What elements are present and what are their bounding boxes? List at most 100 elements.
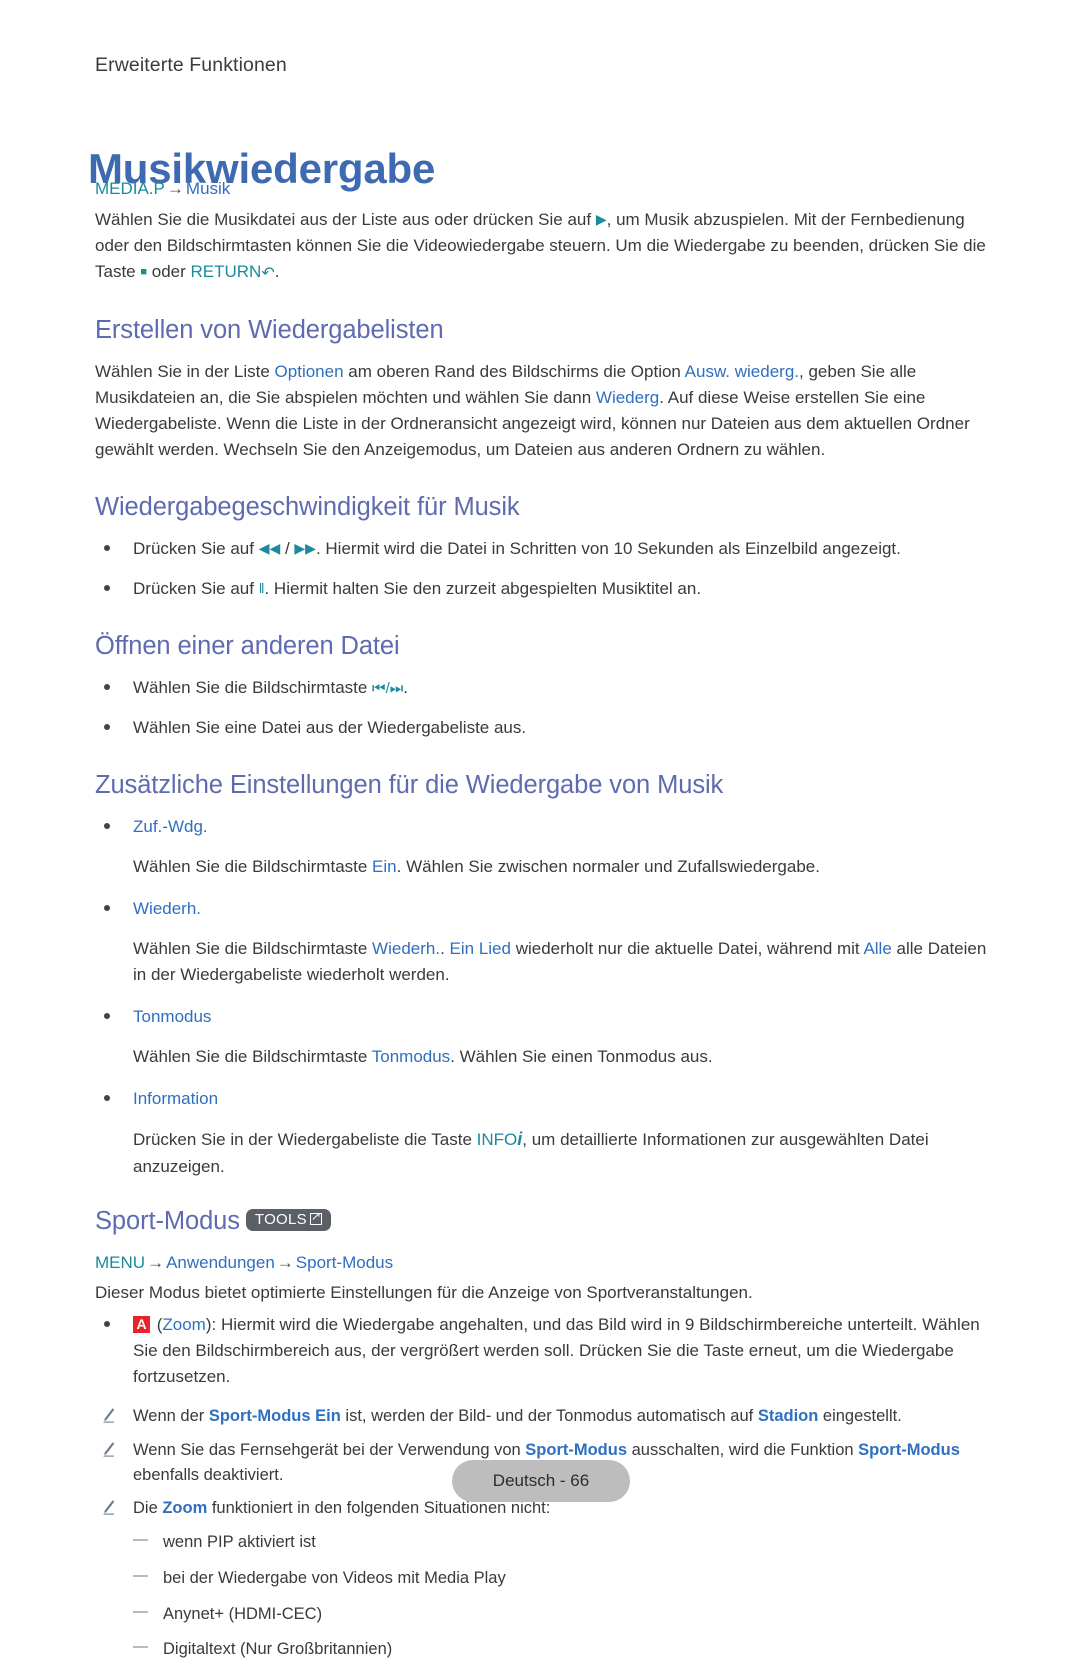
term-alle: Alle (863, 938, 892, 958)
subitem-body-tonmodus: Wählen Sie die Bildschirmtaste Tonmodus.… (95, 1044, 995, 1070)
note-item: Wenn der Sport-Modus Ein ist, werden der… (95, 1404, 995, 1429)
subitem-body-information: Drücken Sie in der Wiedergabeliste die T… (95, 1126, 995, 1180)
tools-arrow-icon (309, 1210, 322, 1225)
term-ein-lied: Ein Lied (449, 938, 511, 958)
pencil-icon (101, 1498, 116, 1515)
term-ein: Ein (372, 856, 397, 876)
term-wiederh: Wiederh. (372, 938, 441, 958)
note-text-2: ist, werden der Bild- und der Tonmodus a… (340, 1407, 758, 1425)
open-b2-text: Wählen Sie eine Datei aus der Wiedergabe… (133, 717, 527, 737)
skip-previous-icon: ⏮ (372, 679, 386, 697)
list-item: bei der Wiedergabe von Videos mit Media … (95, 1565, 995, 1591)
term-zoom-note: Zoom (162, 1499, 208, 1518)
wdh-text-1: Wählen Sie die Bildschirmtaste (133, 938, 373, 958)
info-key-label: INFO (476, 1129, 518, 1149)
ton-text-2: . Wählen Sie einen Tonmodus aus. (450, 1046, 713, 1066)
manual-page: Erweiterte Funktionen Musikwiedergabe ME… (0, 0, 1080, 1659)
list-item: Zuf.-Wdg. (95, 814, 995, 840)
breadcrumb-root: MEDIA.P (95, 179, 165, 198)
return-arrow-icon: ↶ (261, 264, 275, 282)
intro-text-4: . (274, 261, 280, 281)
list-item: Drücken Sie auf ◀◀ / ▶▶. Hiermit wird di… (95, 536, 995, 562)
term-ausw-wiederg: Ausw. wiederg. (684, 361, 800, 381)
speed-b2-text-2: . Hiermit halten Sie den zurzeit abgespi… (264, 578, 702, 598)
page-number-label: Deutsch - 66 (492, 1471, 590, 1490)
term-sport-modus-ein: Sport-Modus Ein (208, 1407, 341, 1425)
term-zoom: Zoom (162, 1315, 206, 1334)
open-b1-text-2: . (403, 677, 408, 697)
speed-b1-sep: / (280, 538, 295, 558)
heading-playlists: Erstellen von Wiedergabelisten (95, 315, 444, 344)
playlists-paragraph: Wählen Sie in der Liste Optionen am ober… (95, 359, 995, 463)
return-key-label: RETURN (190, 261, 262, 281)
zuf-text-2: . Wählen Sie zwischen normaler und Zufal… (396, 856, 820, 876)
intro-text-1: Wählen Sie die Musikdatei aus der Liste … (95, 209, 596, 229)
running-header: Erweiterte Funktionen (95, 54, 287, 76)
open-bullet-list: Wählen Sie die Bildschirmtaste ⏮/⏭. Wähl… (95, 675, 995, 741)
list-item: Anynet+ (HDMI-CEC) (95, 1601, 995, 1627)
pencil-icon (101, 1440, 116, 1457)
breadcrumb-sport: MENU → Anwendungen → Sport-Modus (95, 1250, 995, 1276)
subitem-body-zuf-wdg: Wählen Sie die Bildschirmtaste Ein. Wähl… (95, 854, 995, 880)
note-text-3: ebenfalls deaktiviert. (133, 1465, 284, 1484)
zuf-text-1: Wählen Sie die Bildschirmtaste (133, 856, 373, 876)
wdh-text-2: . (440, 938, 450, 958)
wdh-text-3: wiederholt nur die aktuelle Datei, währe… (510, 938, 864, 958)
zoom-text: ): Hiermit wird die Wiedergabe angehalte… (133, 1315, 980, 1386)
page-footer-badge: Deutsch - 66 (452, 1460, 630, 1502)
skip-next-icon: ⏭ (389, 679, 404, 697)
list-item: A (Zoom): Hiermit wird die Wiedergabe an… (95, 1312, 995, 1390)
term-wiederg: Wiederg (595, 387, 660, 407)
note-text-3: eingestellt. (818, 1407, 902, 1425)
subitem-title-zuf-wdg: Zuf.-Wdg. (133, 816, 208, 836)
zoom-open-paren: ( (152, 1315, 163, 1334)
breadcrumb-music: MEDIA.P → Musik (95, 176, 995, 202)
breadcrumb-leaf: Musik (185, 179, 231, 198)
intro-paragraph: Wählen Sie die Musikdatei aus der Liste … (95, 207, 995, 286)
note-text-1: Die (133, 1499, 163, 1518)
note-text-1: Wenn der (133, 1407, 209, 1425)
list-item: Information (95, 1086, 995, 1112)
breadcrumb-arrow-icon-2: → (276, 1252, 294, 1272)
breadcrumb-leaf: Sport-Modus (295, 1252, 394, 1272)
breadcrumb-mid: Anwendungen (166, 1252, 275, 1272)
breadcrumb-root: MENU (95, 1252, 146, 1272)
heading-sport-modus: Sport-Modus TOOLS (95, 1207, 995, 1236)
extra-settings-list: Tonmodus (95, 1004, 995, 1030)
sport-intro-paragraph: Dieser Modus bietet optimierte Einstellu… (95, 1283, 753, 1302)
extra-settings-list: Wiederh. (95, 896, 995, 922)
list-item: Wählen Sie die Bildschirmtaste ⏮/⏭. (95, 675, 995, 701)
term-sport-modus-a: Sport-Modus (525, 1440, 628, 1459)
term-sport-modus-b: Sport-Modus (858, 1440, 960, 1459)
speed-bullet-list: Drücken Sie auf ◀◀ / ▶▶. Hiermit wird di… (95, 536, 995, 602)
page-content: MEDIA.P → Musik Wählen Sie die Musikdatei … (95, 176, 995, 1673)
list-item: Tonmodus (95, 1004, 995, 1030)
sport-exclusion-list: wenn PIP aktiviert ist bei der Wiedergab… (95, 1529, 995, 1662)
note-text-1: Wenn Sie das Fernsehgerät bei der Verwen… (133, 1440, 526, 1459)
intro-text-3: oder (147, 261, 191, 281)
term-tonmodus: Tonmodus (371, 1046, 451, 1066)
tools-badge-label: TOOLS (254, 1210, 307, 1228)
list-item: Wählen Sie eine Datei aus der Wiedergabe… (95, 715, 995, 741)
rewind-icon: ◀◀ (258, 539, 281, 556)
heading-open-other-file: Öffnen einer anderen Datei (95, 631, 400, 660)
note-text-2: ausschalten, wird die Funktion (627, 1440, 859, 1459)
extra-settings-list: Information (95, 1086, 995, 1112)
tools-badge: TOOLS (245, 1208, 331, 1231)
sport-heading-text: Sport-Modus (95, 1206, 240, 1235)
subitem-title-information: Information (133, 1088, 219, 1108)
pencil-icon (101, 1406, 116, 1423)
fast-forward-icon: ▶▶ (294, 539, 316, 556)
subitem-title-wiederh: Wiederh. (133, 898, 202, 918)
pl-text-2: am oberen Rand des Bildschirms die Optio… (343, 361, 685, 381)
red-a-button-icon: A (133, 1316, 150, 1333)
list-item: Digitaltext (Nur Großbritannien) (95, 1636, 995, 1662)
heading-playback-speed: Wiedergabegeschwindigkeit für Musik (95, 492, 520, 521)
pl-text-1: Wählen Sie in der Liste (95, 361, 275, 381)
extra-settings-list: Zuf.-Wdg. (95, 814, 995, 840)
subitem-title-tonmodus: Tonmodus (133, 1006, 212, 1026)
list-item: Drücken Sie auf ‖. Hiermit halten Sie de… (95, 576, 995, 602)
ton-text-1: Wählen Sie die Bildschirmtaste (133, 1046, 372, 1066)
term-stadion: Stadion (757, 1407, 819, 1425)
info-text-1: Drücken Sie in der Wiedergabeliste die T… (133, 1129, 477, 1149)
